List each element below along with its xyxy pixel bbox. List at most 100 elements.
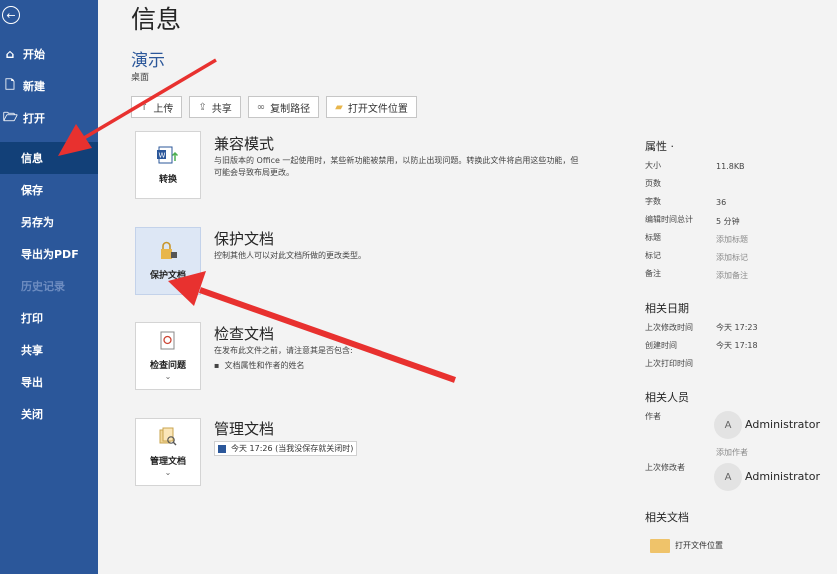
prop-comments-label: 备注	[645, 269, 661, 278]
sidebar-item-home[interactable]: ⌂ 开始	[0, 38, 98, 70]
sidebar-item-history: 历史记录	[21, 280, 65, 293]
related-documents-title: 相关文档	[645, 511, 689, 524]
prop-words-value: 36	[716, 198, 727, 207]
copy-path-label: 复制路径	[270, 103, 311, 115]
protect-document-title: 保护文档	[214, 230, 275, 248]
upload-button[interactable]: ↑ 上传	[131, 96, 183, 118]
open-folder-icon: 🗁	[3, 109, 18, 124]
sidebar-item-close[interactable]: 关闭	[0, 398, 98, 430]
check-issues-button[interactable]: 检查问题 ⌄	[135, 322, 201, 390]
avatar: A	[714, 463, 742, 491]
sidebar-item-new[interactable]: 🗋 新建	[0, 70, 98, 102]
compat-mode-title: 兼容模式	[214, 135, 275, 153]
created-value: 今天 17:18	[716, 341, 758, 350]
prop-edit-time-value: 5 分钟	[716, 217, 740, 226]
check-issues-label: 检查问题	[149, 361, 186, 372]
upload-label: 上传	[153, 103, 174, 115]
sidebar-backstage-nav: 信息 保存 另存为 导出为PDF 历史记录 打印 共享 导出 关闭	[0, 142, 98, 430]
sidebar-top-nav: ⌂ 开始 🗋 新建 🗁 打开	[0, 38, 98, 134]
sidebar-item-label: 开始	[23, 48, 45, 61]
compat-mode-desc: 与旧版本的 Office 一起使用时，某些新功能被禁用，以防止出现问题。转换此文…	[214, 156, 579, 177]
prop-size-value: 11.8KB	[716, 162, 745, 171]
sidebar: ← ⌂ 开始 🗋 新建 🗁 打开 信息 保存 另存为 导出为PDF 历史记录 打…	[0, 0, 98, 574]
upload-icon: ↑	[140, 101, 149, 113]
manage-document-icon	[158, 427, 178, 451]
prop-tags-label: 标记	[645, 251, 661, 260]
inspect-bullet: ▪ 文档属性和作者的姓名	[214, 360, 305, 371]
prop-title-label: 标题	[645, 233, 661, 242]
sidebar-item-label: 打开	[23, 112, 45, 125]
sidebar-item-label: 新建	[23, 80, 45, 93]
chevron-down-icon: ·	[670, 140, 675, 153]
word-doc-icon	[218, 444, 226, 453]
properties-title-label: 属性	[645, 140, 667, 153]
last-modified-by-name[interactable]: Administrator	[745, 470, 820, 483]
convert-button[interactable]: W 转换	[135, 131, 201, 199]
chevron-down-icon: ⌄	[164, 467, 172, 477]
link-icon: ∞	[256, 101, 266, 113]
word-convert-icon: W	[157, 145, 179, 169]
chevron-down-icon: ⌄	[164, 371, 172, 381]
manage-document-label: 管理文档	[149, 457, 186, 468]
author-label: 作者	[645, 412, 661, 421]
lock-key-icon	[157, 241, 179, 265]
last-modified-value: 今天 17:23	[716, 323, 758, 332]
sidebar-item-info[interactable]: 信息	[0, 142, 98, 174]
page-title: 信息	[131, 5, 182, 34]
sidebar-item-print[interactable]: 打印	[0, 302, 98, 334]
folder-icon: ▰	[335, 101, 343, 113]
open-location-label: 打开文件位置	[347, 103, 408, 115]
file-actions-toolbar: ↑ 上传 ⇪ 共享 ∞ 复制路径 ▰ 打开文件位置	[131, 96, 417, 118]
copy-path-button[interactable]: ∞ 复制路径	[247, 96, 320, 118]
sidebar-item-share[interactable]: 共享	[0, 334, 98, 366]
prop-pages-label: 页数	[645, 179, 661, 188]
last-printed-label: 上次打印时间	[645, 359, 693, 368]
manage-document-title: 管理文档	[214, 420, 275, 438]
add-tags-field[interactable]: 添加标记	[716, 252, 748, 263]
prop-edit-time-label: 编辑时间总计	[645, 215, 693, 224]
convert-label: 转换	[158, 174, 177, 185]
sidebar-item-save-as[interactable]: 另存为	[0, 206, 98, 238]
arrow-to-protect-document	[168, 271, 456, 383]
sidebar-item-export[interactable]: 导出	[0, 366, 98, 398]
add-title-field[interactable]: 添加标题	[716, 234, 748, 245]
sidebar-item-export-pdf[interactable]: 导出为PDF	[0, 238, 98, 270]
author-name[interactable]: Administrator	[745, 418, 820, 431]
last-modified-by-label: 上次修改者	[645, 463, 685, 472]
share-icon: ⇪	[198, 101, 207, 113]
bullet-icon: ▪	[214, 361, 225, 370]
avatar: A	[714, 411, 742, 439]
inspect-document-desc: 在发布此文件之前，请注意其是否包含:	[214, 346, 353, 355]
document-name: 演示	[131, 51, 165, 71]
add-comments-field[interactable]: 添加备注	[716, 270, 748, 281]
open-file-location-button[interactable]: ▰ 打开文件位置	[326, 96, 417, 118]
add-author-field[interactable]: 添加作者	[716, 447, 748, 458]
new-doc-icon: 🗋	[5, 77, 15, 92]
home-icon: ⌂	[5, 47, 15, 61]
related-people-title: 相关人员	[645, 391, 689, 404]
back-arrow-icon[interactable]: ←	[2, 6, 20, 24]
prop-words-label: 字数	[645, 197, 661, 206]
autosave-version-entry[interactable]: 今天 17:26 (当我没保存就关闭时)	[214, 441, 358, 456]
annotation-arrows	[58, 58, 456, 383]
created-label: 创建时间	[645, 341, 677, 350]
last-modified-label: 上次修改时间	[645, 323, 693, 332]
inspect-document-icon	[159, 331, 177, 355]
related-dates-title: 相关日期	[645, 302, 689, 315]
document-location: 桌面	[131, 73, 150, 83]
sidebar-item-save[interactable]: 保存	[0, 174, 98, 206]
svg-text:W: W	[159, 151, 166, 159]
protect-document-label: 保护文档	[149, 270, 186, 281]
autosave-version-text: 今天 17:26 (当我没保存就关闭时)	[231, 444, 354, 453]
inspect-bullet-text: 文档属性和作者的姓名	[224, 361, 305, 370]
prop-size-label: 大小	[645, 161, 661, 170]
open-file-location-link[interactable]: 打开文件位置	[675, 540, 723, 551]
inspect-document-title: 检查文档	[214, 325, 275, 343]
protect-document-button[interactable]: 保护文档	[135, 227, 201, 295]
share-button[interactable]: ⇪ 共享	[189, 96, 241, 118]
sidebar-item-open[interactable]: 🗁 打开	[0, 102, 98, 134]
manage-document-button[interactable]: 管理文档 ⌄	[135, 418, 201, 486]
share-label: 共享	[211, 103, 232, 115]
protect-document-desc: 控制其他人可以对此文档所做的更改类型。	[214, 251, 366, 260]
properties-title[interactable]: 属性 ·	[645, 138, 674, 154]
